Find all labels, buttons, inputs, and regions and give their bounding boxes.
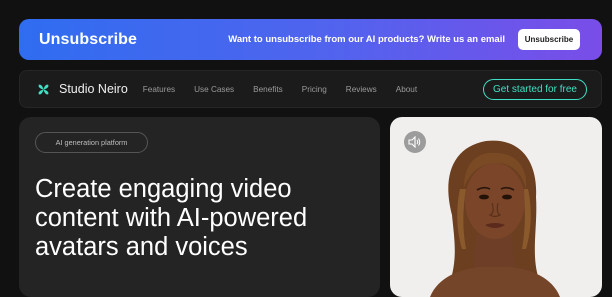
nav-link-about[interactable]: About <box>396 85 417 94</box>
get-started-button[interactable]: Get started for free <box>483 78 587 100</box>
four-petal-logo-icon[interactable] <box>36 82 51 97</box>
avatar-video-card[interactable] <box>390 117 602 297</box>
headline-line: content with AI-powered <box>35 204 308 232</box>
nav-link-use-cases[interactable]: Use Cases <box>194 85 234 94</box>
nav-links: Features Use Cases Benefits Pricing Revi… <box>143 85 436 94</box>
banner-title: Unsubscribe <box>39 30 138 48</box>
unsubscribe-button[interactable]: Unsubscribe <box>518 29 580 50</box>
speaker-icon <box>408 136 421 148</box>
nav-link-pricing[interactable]: Pricing <box>302 85 327 94</box>
top-navigation: Studio Neiro Features Use Cases Benefits… <box>19 70 602 108</box>
hero-headline: Create engaging video content with AI-po… <box>35 175 375 262</box>
banner-message: Want to unsubscribe from our AI products… <box>228 34 505 45</box>
nav-link-features[interactable]: Features <box>143 85 175 94</box>
headline-line: Create engaging video <box>35 175 292 203</box>
platform-chip: AI generation platform <box>35 132 148 153</box>
mute-toggle-button[interactable] <box>404 131 426 153</box>
headline-line: avatars and voices <box>35 233 248 261</box>
unsubscribe-banner: Unsubscribe Want to unsubscribe from our… <box>19 19 602 60</box>
hero-text-card: AI generation platform Create engaging v… <box>19 117 380 297</box>
nav-link-benefits[interactable]: Benefits <box>253 85 283 94</box>
brand-name[interactable]: Studio Neiro <box>59 82 128 96</box>
nav-link-reviews[interactable]: Reviews <box>346 85 377 94</box>
